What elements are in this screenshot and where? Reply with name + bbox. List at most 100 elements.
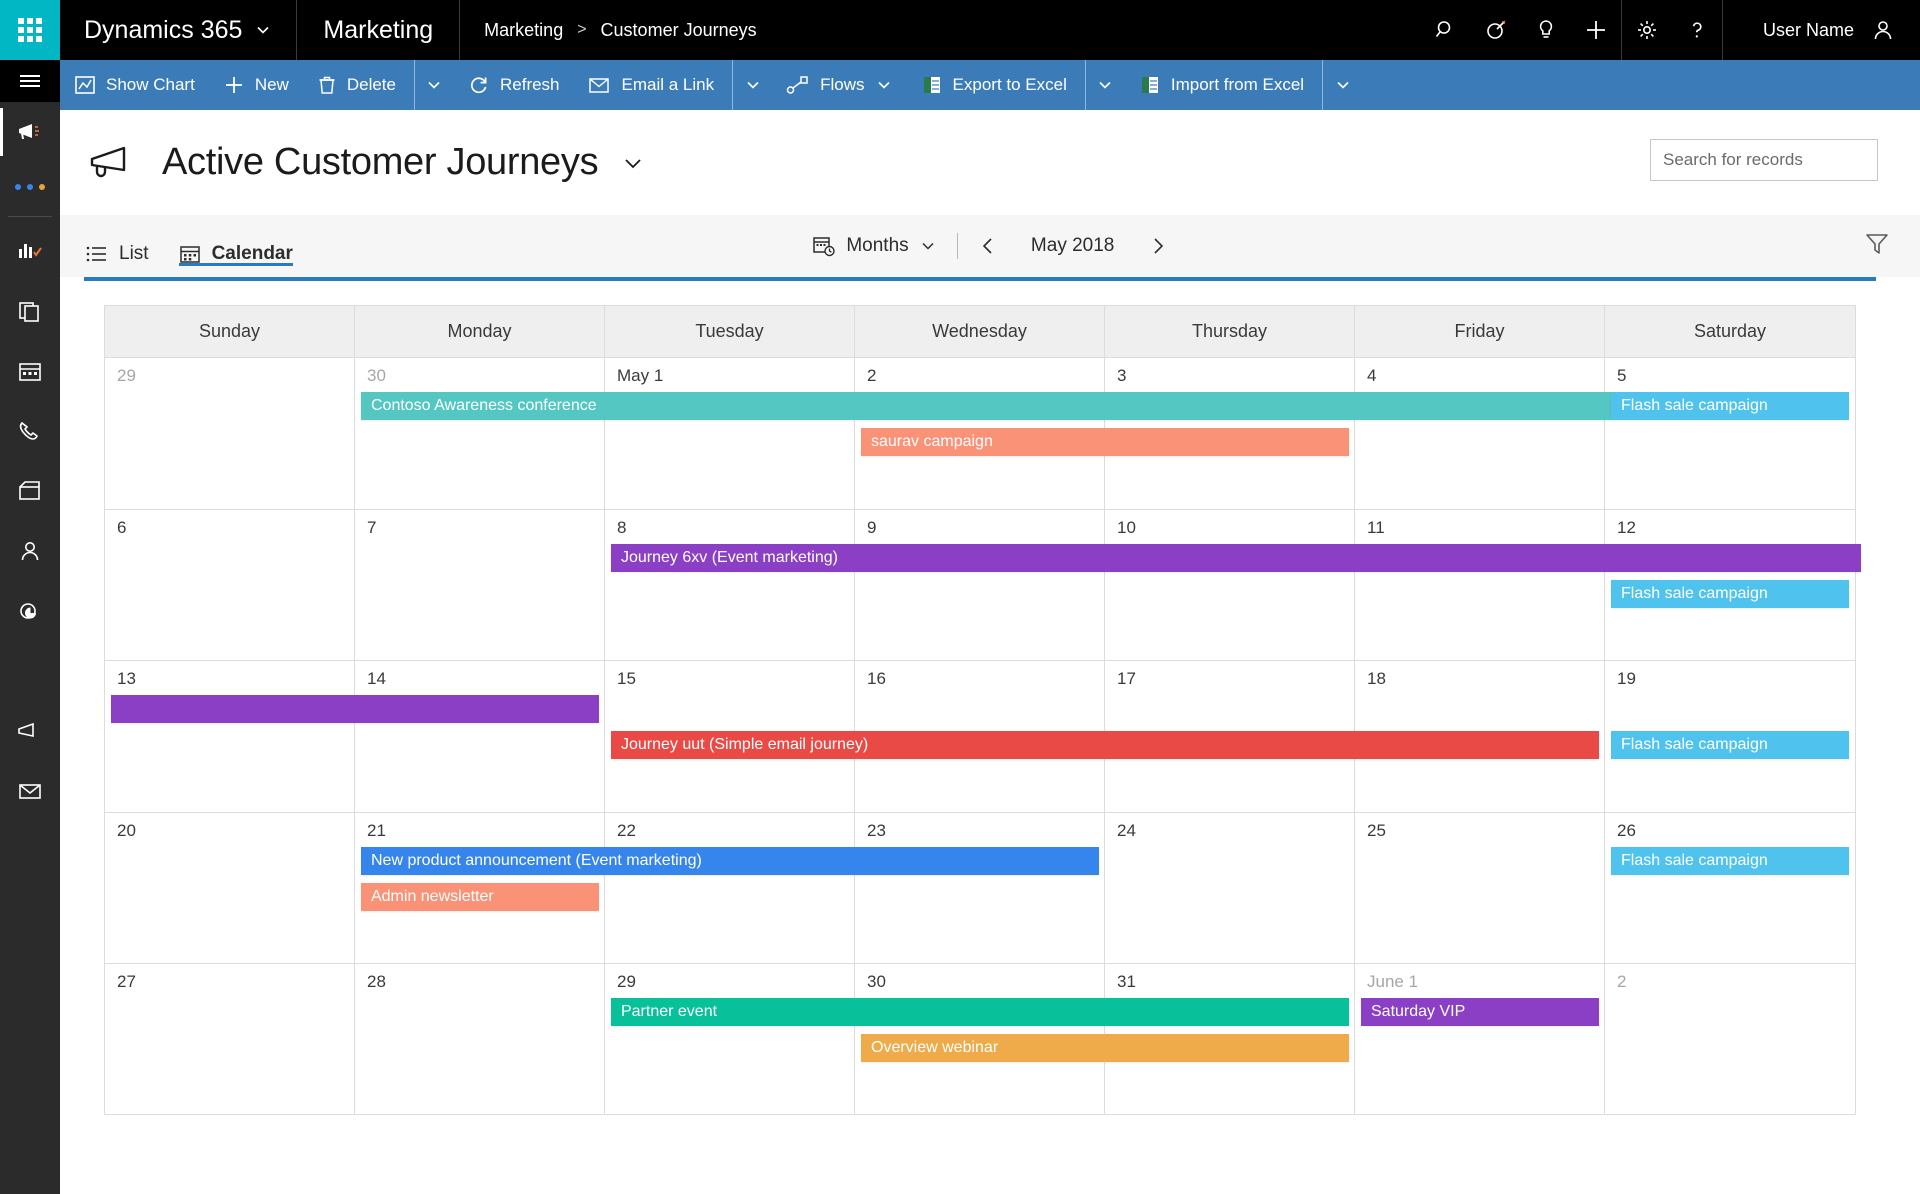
calendar-day-cell[interactable]: 6 bbox=[105, 509, 355, 661]
calendar-grid: Sunday Monday Tuesday Wednesday Thursday… bbox=[104, 305, 1861, 1115]
day-number: 7 bbox=[367, 517, 377, 537]
calendar-event[interactable]: Contoso Awareness conference bbox=[360, 392, 1611, 420]
calendar-day-cell[interactable]: 24 bbox=[1105, 812, 1355, 964]
sidebar-item-overflow-dots[interactable] bbox=[0, 162, 60, 212]
refresh-button[interactable]: Refresh bbox=[454, 60, 574, 110]
email-a-link-more-button[interactable] bbox=[732, 60, 772, 110]
calendar-day-cell[interactable]: 10 bbox=[1105, 509, 1355, 661]
email-a-link-button[interactable]: Email a Link bbox=[574, 60, 729, 110]
sidebar-item-megaphone-marketing[interactable] bbox=[0, 102, 60, 162]
plus-icon[interactable] bbox=[1571, 0, 1621, 60]
calendar-day-cell[interactable]: 27 bbox=[105, 964, 355, 1115]
calendar-event[interactable]: Overview webinar bbox=[861, 1034, 1349, 1063]
import-from-excel-more-button[interactable] bbox=[1322, 60, 1362, 110]
calendar-day-cell[interactable]: 4 bbox=[1355, 358, 1605, 509]
refresh-label: Refresh bbox=[499, 75, 560, 94]
brand-dynamics365[interactable]: Dynamics 365 bbox=[60, 0, 298, 60]
calendar-day-cell[interactable]: 9 bbox=[855, 509, 1105, 661]
calendar-event[interactable]: saurav campaign bbox=[861, 428, 1349, 456]
calendar-day-cell[interactable]: June 1 bbox=[1355, 964, 1605, 1115]
sidebar-item-campaigns[interactable] bbox=[0, 701, 60, 761]
calendar-day-cell[interactable]: 14 bbox=[355, 661, 605, 812]
calendar-day-cell[interactable]: 20 bbox=[105, 812, 355, 964]
calendar-event[interactable]: Flash sale campaign bbox=[1611, 392, 1849, 420]
sidebar-item-documents[interactable] bbox=[0, 281, 60, 341]
calendar-event[interactable]: Journey uut (Simple email journey) bbox=[610, 731, 1599, 760]
search-icon[interactable] bbox=[1421, 0, 1471, 60]
top-navigation-bar: Dynamics 365 Marketing Marketing > Custo… bbox=[0, 0, 1920, 60]
calendar-event[interactable]: Flash sale campaign bbox=[1611, 579, 1849, 608]
calendar-event[interactable]: Saturday VIP bbox=[1361, 998, 1599, 1027]
lightbulb-icon[interactable] bbox=[1521, 0, 1571, 60]
calendar-day-cell[interactable]: 29 bbox=[105, 358, 355, 509]
calendar-day-cell[interactable]: 8 bbox=[605, 509, 855, 661]
calendar-day-cell[interactable]: May 1 bbox=[605, 358, 855, 509]
gear-icon[interactable] bbox=[1622, 0, 1672, 60]
calendar-event[interactable]: Flash sale campaign bbox=[1611, 846, 1849, 875]
sidebar-item-contacts[interactable] bbox=[0, 521, 60, 581]
calendar-day-cell[interactable]: 5 bbox=[1605, 358, 1855, 509]
sidebar-item-archive[interactable] bbox=[0, 461, 60, 521]
calendar-day-cell[interactable]: 30 bbox=[355, 358, 605, 509]
calendar-day-cell[interactable]: 23 bbox=[855, 812, 1105, 964]
delete-button[interactable]: Delete bbox=[303, 60, 410, 110]
sidebar-item-dashboards[interactable] bbox=[0, 221, 60, 281]
calendar-day-cell[interactable]: 29 bbox=[605, 964, 855, 1115]
calendar-week-row: 20 21 22 23 24 25 26 New product announcement (… bbox=[105, 812, 1855, 965]
day-number: 27 bbox=[117, 972, 136, 992]
megaphone-icon bbox=[19, 124, 39, 139]
export-to-excel-more-button[interactable] bbox=[1084, 60, 1125, 110]
next-period-button[interactable] bbox=[1148, 236, 1168, 256]
sidebar-item-analytics[interactable] bbox=[0, 581, 60, 641]
view-selector[interactable]: Active Customer Journeys bbox=[60, 141, 646, 184]
calendar-accent-rule bbox=[84, 277, 1876, 281]
calendar-day-cell[interactable]: 2 bbox=[1605, 964, 1855, 1115]
calendar-event[interactable]: Flash sale campaign bbox=[1611, 731, 1849, 760]
breadcrumb-root[interactable]: Marketing bbox=[484, 20, 563, 41]
tab-list[interactable]: List bbox=[86, 218, 149, 274]
calendar-event[interactable]: New product announcement (Event marketin… bbox=[360, 846, 1099, 875]
calendar-day-cell[interactable]: 25 bbox=[1355, 812, 1605, 964]
user-menu[interactable]: User Name bbox=[1723, 0, 1920, 60]
day-number: 14 bbox=[367, 669, 386, 689]
day-number: 23 bbox=[867, 820, 886, 840]
filter-button[interactable] bbox=[1864, 231, 1890, 257]
calendar-day-cell[interactable]: 11 bbox=[1355, 509, 1605, 661]
sidebar-item-phone[interactable] bbox=[0, 401, 60, 461]
day-number: 2 bbox=[1617, 972, 1627, 992]
export-to-excel-label: Export to Excel bbox=[952, 75, 1067, 94]
prev-period-button[interactable] bbox=[978, 236, 998, 256]
calendar-day-cell[interactable]: 28 bbox=[355, 964, 605, 1115]
app-launcher-button[interactable] bbox=[0, 0, 60, 60]
breadcrumb-current[interactable]: Customer Journeys bbox=[601, 20, 757, 41]
calendar-event[interactable]: Partner event bbox=[610, 998, 1349, 1027]
target-icon[interactable] bbox=[1471, 0, 1521, 60]
flows-button[interactable]: Flows bbox=[772, 60, 906, 110]
chevron-right-icon bbox=[1154, 238, 1163, 254]
delete-more-button[interactable] bbox=[413, 60, 454, 110]
export-to-excel-button[interactable]: Export to Excel bbox=[907, 60, 1081, 110]
calendar-day-cell[interactable]: 13 bbox=[105, 661, 355, 812]
search-input[interactable] bbox=[1663, 150, 1884, 170]
scale-selector[interactable]: Months bbox=[812, 234, 936, 258]
chevron-down-icon[interactable] bbox=[620, 150, 646, 176]
page-header: Active Customer Journeys bbox=[60, 110, 1920, 215]
tab-calendar[interactable]: Calendar bbox=[178, 218, 294, 274]
calendar-event[interactable]: Journey 6xv (Event marketing) bbox=[610, 543, 1861, 572]
filter-funnel-icon bbox=[1866, 234, 1888, 254]
import-from-excel-button[interactable]: Import from Excel bbox=[1125, 60, 1318, 110]
calendar-event[interactable]: Admin newsletter bbox=[360, 882, 599, 911]
new-button[interactable]: New bbox=[209, 60, 303, 110]
help-icon[interactable] bbox=[1672, 0, 1722, 60]
day-number: 17 bbox=[1117, 669, 1136, 689]
sidebar-item-hamburger-menu[interactable] bbox=[0, 60, 60, 102]
sidebar-item-calendar[interactable] bbox=[0, 341, 60, 401]
search-box[interactable] bbox=[1650, 139, 1884, 181]
show-chart-button[interactable]: Show Chart bbox=[60, 60, 209, 110]
calendar-day-cell[interactable]: 22 bbox=[605, 812, 855, 964]
calendar-day-cell[interactable]: 26 bbox=[1605, 813, 1855, 964]
app-name-marketing[interactable]: Marketing bbox=[297, 0, 461, 60]
sidebar-item-email[interactable] bbox=[0, 761, 60, 821]
calendar-event[interactable] bbox=[111, 695, 599, 724]
calendar-day-cell[interactable]: 7 bbox=[355, 509, 605, 661]
